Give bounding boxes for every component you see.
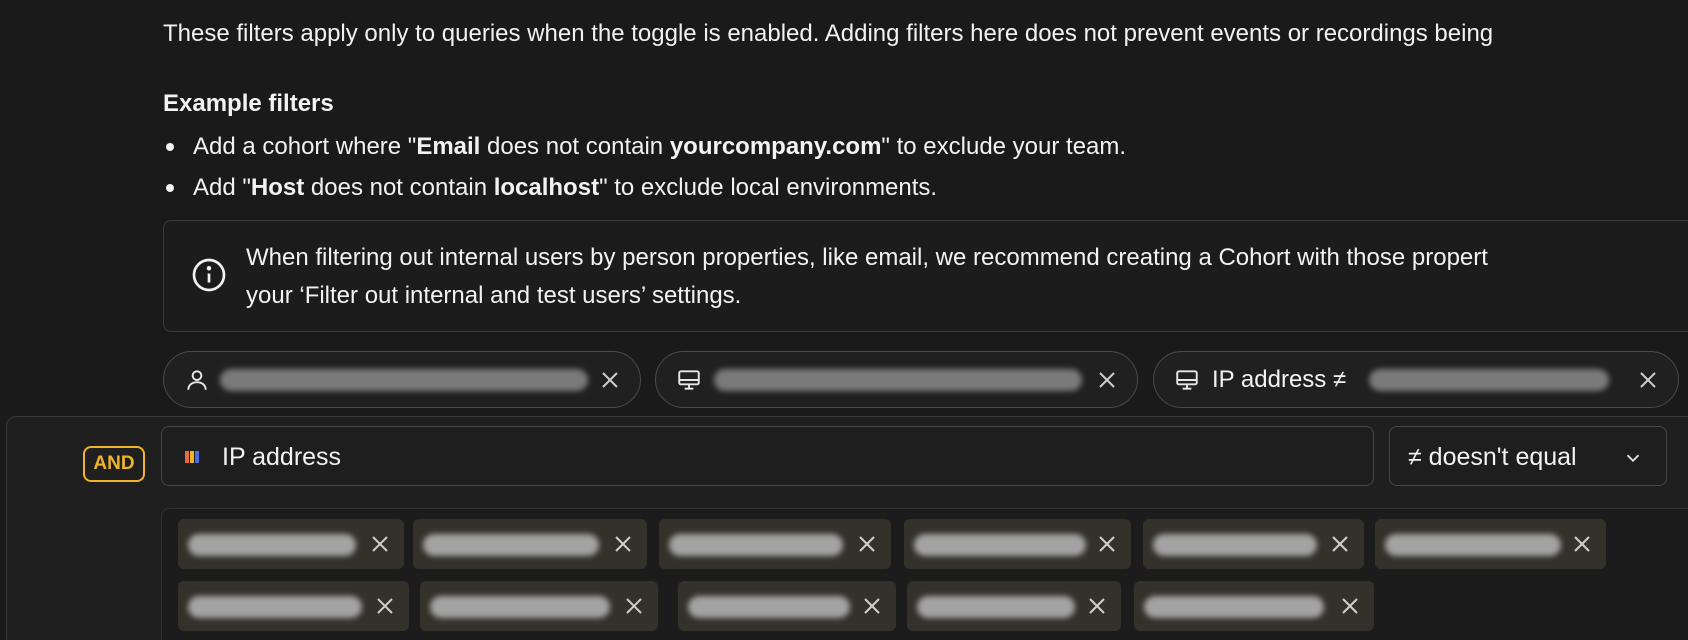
- redacted-value: [1385, 534, 1561, 556]
- monitor-icon: [678, 370, 700, 390]
- redacted-value: [220, 369, 588, 391]
- redacted-value: [688, 596, 850, 618]
- redacted-value: [1369, 369, 1609, 391]
- operator-select[interactable]: ≠ doesn't equal: [1389, 426, 1667, 486]
- example-item: Add "Host does not contain localhost" to…: [163, 167, 1126, 208]
- redacted-value: [430, 596, 610, 618]
- property-label: IP address: [222, 443, 342, 471]
- filter-pill[interactable]: [655, 351, 1138, 408]
- close-icon[interactable]: [1095, 532, 1119, 556]
- redacted-value: [669, 534, 843, 556]
- close-icon[interactable]: [373, 594, 397, 618]
- close-icon[interactable]: [1095, 368, 1119, 392]
- redacted-value: [1153, 534, 1317, 556]
- redacted-value: [188, 534, 356, 556]
- redacted-value: [714, 369, 1082, 391]
- info-icon: [192, 258, 226, 292]
- person-icon: [187, 370, 207, 390]
- redacted-value: [188, 596, 362, 618]
- and-badge: AND: [83, 446, 145, 482]
- filter-pill-label: IP address ≠: [1212, 366, 1347, 393]
- close-icon[interactable]: [1636, 368, 1660, 392]
- filter-pill[interactable]: IP address ≠: [1153, 351, 1679, 408]
- info-line: your ‘Filter out internal and test users…: [246, 282, 742, 309]
- redacted-value: [423, 534, 599, 556]
- filter-pill[interactable]: [163, 351, 641, 408]
- close-icon[interactable]: [1085, 594, 1109, 618]
- operator-label: ≠ doesn't equal: [1408, 443, 1577, 471]
- intro-text: These filters apply only to queries when…: [163, 20, 1494, 47]
- chevron-down-icon: [1626, 454, 1640, 463]
- value-chip: [904, 519, 1131, 569]
- values-input[interactable]: [161, 508, 1688, 640]
- monitor-icon: [1176, 370, 1198, 390]
- info-line: When filtering out internal users by per…: [246, 244, 1488, 271]
- close-icon[interactable]: [598, 368, 622, 392]
- value-chip: [178, 519, 404, 569]
- info-callout: When filtering out internal users by per…: [163, 220, 1688, 332]
- value-chip: [420, 581, 658, 631]
- close-icon[interactable]: [855, 532, 879, 556]
- info-text: When filtering out internal users by per…: [246, 239, 1488, 315]
- example-item: Add a cohort where "Email does not conta…: [163, 126, 1126, 167]
- value-chip: [907, 581, 1121, 631]
- value-chip: [659, 519, 891, 569]
- close-icon[interactable]: [1328, 532, 1352, 556]
- value-chip: [1134, 581, 1374, 631]
- redacted-value: [914, 534, 1086, 556]
- property-icon: [185, 451, 199, 463]
- redacted-value: [917, 596, 1075, 618]
- value-chip: [678, 581, 896, 631]
- close-icon[interactable]: [368, 532, 392, 556]
- value-chip: [178, 581, 409, 631]
- example-list: Add a cohort where "Email does not conta…: [163, 126, 1126, 208]
- redacted-value: [1144, 596, 1324, 618]
- value-chip: [413, 519, 647, 569]
- close-icon[interactable]: [860, 594, 884, 618]
- close-icon[interactable]: [1570, 532, 1594, 556]
- close-icon[interactable]: [611, 532, 635, 556]
- value-chip: [1143, 519, 1364, 569]
- value-chip: [1375, 519, 1606, 569]
- close-icon[interactable]: [1338, 594, 1362, 618]
- close-icon[interactable]: [622, 594, 646, 618]
- property-select[interactable]: IP address: [161, 426, 1374, 486]
- settings-panel: These filters apply only to queries when…: [0, 0, 1688, 640]
- examples-title: Example filters: [163, 90, 334, 117]
